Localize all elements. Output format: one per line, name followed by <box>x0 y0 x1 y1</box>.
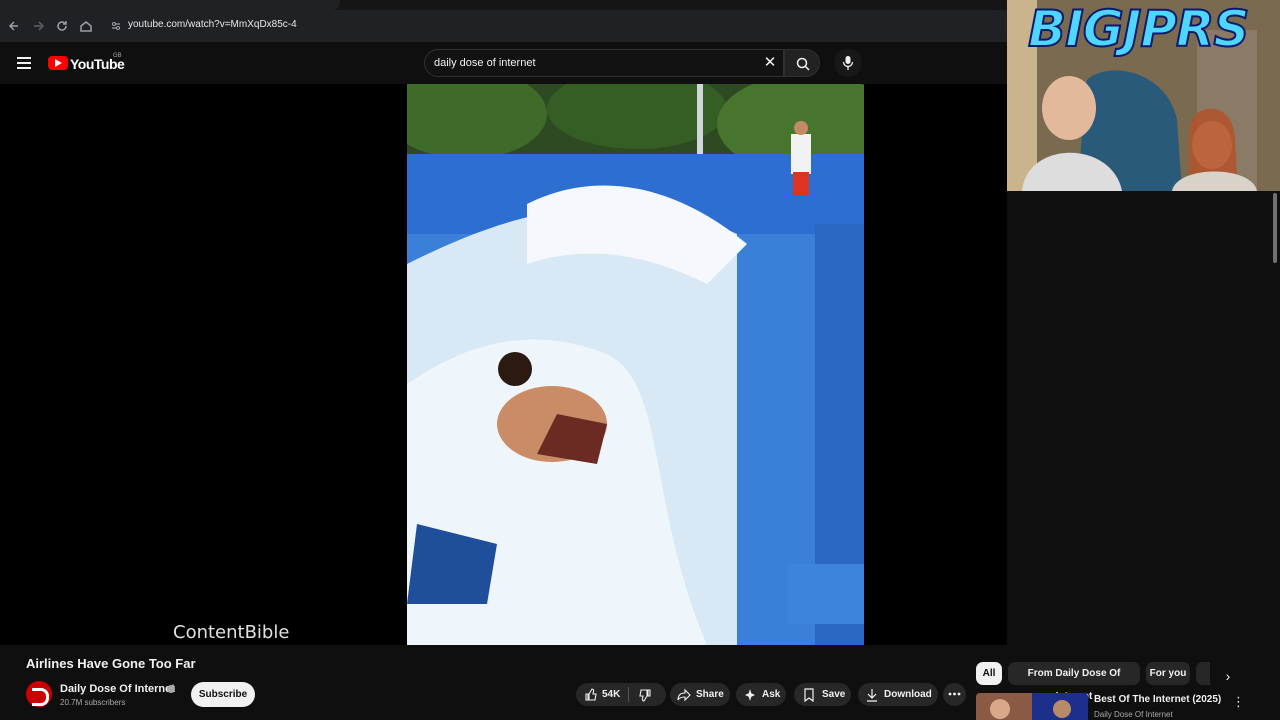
more-vertical-icon[interactable]: ⋮ <box>1232 694 1245 710</box>
video-frame[interactable] <box>407 84 864 645</box>
menu-icon[interactable] <box>17 57 31 69</box>
sparkle-icon <box>745 689 755 701</box>
chip-for-you[interactable]: For you <box>1146 662 1190 685</box>
recommendation-channel[interactable]: Daily Dose Of Internet <box>1094 710 1173 719</box>
youtube-logo-icon[interactable] <box>48 56 68 70</box>
scrollbar-thumb[interactable] <box>1273 193 1277 263</box>
mic-icon <box>842 56 854 70</box>
like-dislike-pill: 54K <box>576 683 666 706</box>
more-horizontal-icon <box>948 692 961 696</box>
download-button[interactable]: Download <box>858 683 938 706</box>
verified-icon <box>167 685 175 693</box>
more-actions-button[interactable] <box>943 683 966 706</box>
subscriber-count: 20.7M subscribers <box>60 698 126 707</box>
channel-avatar[interactable] <box>26 681 52 707</box>
search-value[interactable]: daily dose of internet <box>434 57 536 69</box>
bookmark-icon <box>804 688 814 702</box>
video-watermark: ContentBible <box>173 622 290 643</box>
mic-button[interactable] <box>834 49 862 77</box>
like-icon[interactable] <box>584 688 598 702</box>
like-count[interactable]: 54K <box>602 683 620 706</box>
browser-tab[interactable] <box>0 0 340 10</box>
reload-icon[interactable] <box>53 17 71 35</box>
webcam-title: BIGJPRS <box>1027 0 1251 59</box>
ask-label: Ask <box>762 689 781 700</box>
site-info-icon[interactable] <box>110 19 122 31</box>
ask-button[interactable]: Ask <box>736 683 786 706</box>
forward-icon[interactable] <box>29 17 47 35</box>
download-icon <box>867 689 877 702</box>
subscribe-button[interactable]: Subscribe <box>191 682 255 707</box>
search-icon <box>796 57 810 71</box>
share-icon <box>677 688 691 702</box>
chip-all[interactable]: All <box>976 662 1002 685</box>
share-label: Share <box>696 689 724 700</box>
scrollbar-track[interactable] <box>1270 191 1280 720</box>
chip-from-channel[interactable]: From Daily Dose Of Internet <box>1008 662 1140 702</box>
save-label: Save <box>822 689 846 700</box>
recommendation-thumbnail[interactable] <box>976 693 1088 720</box>
chevron-right-icon[interactable]: › <box>1220 668 1236 684</box>
back-icon[interactable] <box>6 17 24 35</box>
url-text[interactable]: youtube.com/watch?v=MmXqDx85c-4 <box>128 19 297 30</box>
chip-partial[interactable] <box>1196 662 1210 685</box>
video-title: Airlines Have Gone Too Far <box>26 656 196 671</box>
clear-icon[interactable]: ✕ <box>762 55 778 71</box>
like-divider <box>628 687 629 702</box>
download-label: Download <box>884 689 932 700</box>
share-button[interactable]: Share <box>670 683 730 706</box>
search-button[interactable] <box>784 49 820 77</box>
channel-name[interactable]: Daily Dose Of Internet <box>60 683 175 695</box>
recommendation-title[interactable]: Best Of The Internet (2025) <box>1094 694 1221 705</box>
region-code: GB <box>113 53 122 59</box>
home-icon[interactable] <box>77 17 95 35</box>
dislike-icon[interactable] <box>638 688 652 702</box>
save-button[interactable]: Save <box>794 683 851 706</box>
